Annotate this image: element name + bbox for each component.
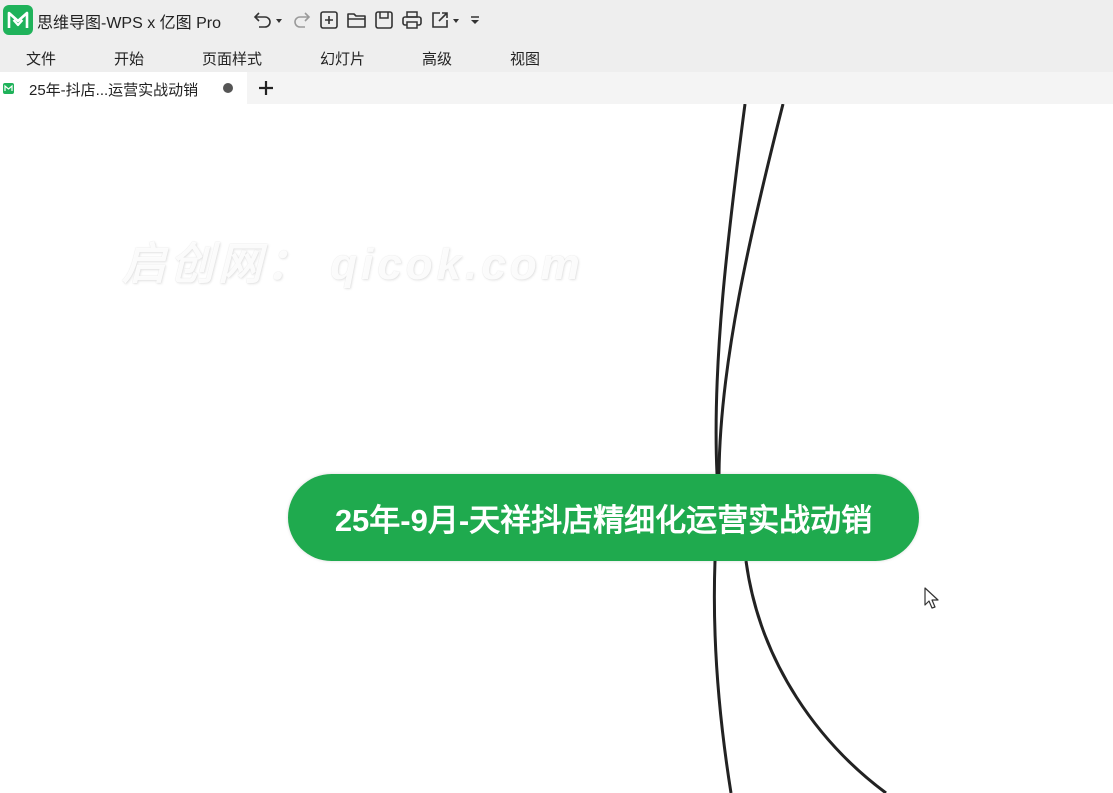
redo-button[interactable] — [291, 9, 313, 31]
menu-view[interactable]: 视图 — [510, 48, 540, 69]
app-title: 思维导图-WPS x 亿图 Pro — [37, 15, 222, 32]
connector-line-upper-2 — [717, 104, 785, 475]
mouse-cursor-icon — [924, 587, 939, 609]
connector-line-lower-2 — [744, 560, 887, 793]
menu-file[interactable]: 文件 — [26, 48, 56, 69]
save-icon — [375, 11, 393, 29]
watermark: 启创网： qicok.com — [122, 240, 584, 289]
new-tab-plus-icon[interactable] — [256, 78, 276, 98]
undo-icon — [253, 12, 282, 28]
connector-line-lower-1 — [712, 560, 733, 793]
print-button[interactable] — [400, 9, 424, 31]
menu-advanced[interactable]: 高级 — [422, 48, 452, 69]
unsaved-dot-icon[interactable] — [223, 83, 233, 93]
mindmap-file-icon — [3, 83, 14, 94]
open-folder-icon — [347, 13, 366, 28]
root-topic-node[interactable]: 25年-9月-天祥抖店精细化运营实战动销 — [288, 474, 919, 561]
menu-page-style[interactable]: 页面样式 — [202, 48, 262, 69]
connector-lines — [712, 104, 887, 793]
root-topic-label: 25年-9月-天祥抖店精细化运营实战动销 — [334, 503, 873, 538]
save-button[interactable] — [373, 9, 395, 31]
customize-toolbar-button[interactable] — [468, 9, 482, 31]
app-window: 思维导图-WPS x 亿图 Pro 文件 开始 页面样式 幻灯片 高级 视图 2… — [0, 0, 1113, 793]
print-icon — [402, 11, 422, 29]
undo-button[interactable] — [251, 9, 285, 31]
mindmap-canvas[interactable]: 启创网： qicok.com 25年-9月-天祥抖店精细化运营实战动销 — [0, 104, 1113, 793]
new-icon — [320, 11, 338, 29]
title-bar: 思维导图-WPS x 亿图 Pro — [0, 0, 1113, 40]
menu-slides[interactable]: 幻灯片 — [320, 48, 365, 69]
new-button[interactable] — [318, 9, 340, 31]
app-logo-icon — [3, 5, 33, 35]
open-button[interactable] — [345, 9, 369, 31]
tab-bar: 25年-抖店...运营实战动销 — [0, 72, 1113, 104]
redo-icon — [294, 12, 311, 28]
export-button[interactable] — [429, 9, 465, 31]
menu-start[interactable]: 开始 — [114, 48, 144, 69]
tab-document[interactable]: 25年-抖店...运营实战动销 — [0, 72, 247, 104]
menu-bar: 文件 开始 页面样式 幻灯片 高级 视图 — [0, 40, 1113, 72]
customize-toolbar-icon — [471, 16, 479, 24]
tab-document-label: 25年-抖店...运营实战动销 — [29, 82, 199, 99]
export-icon — [432, 12, 459, 28]
